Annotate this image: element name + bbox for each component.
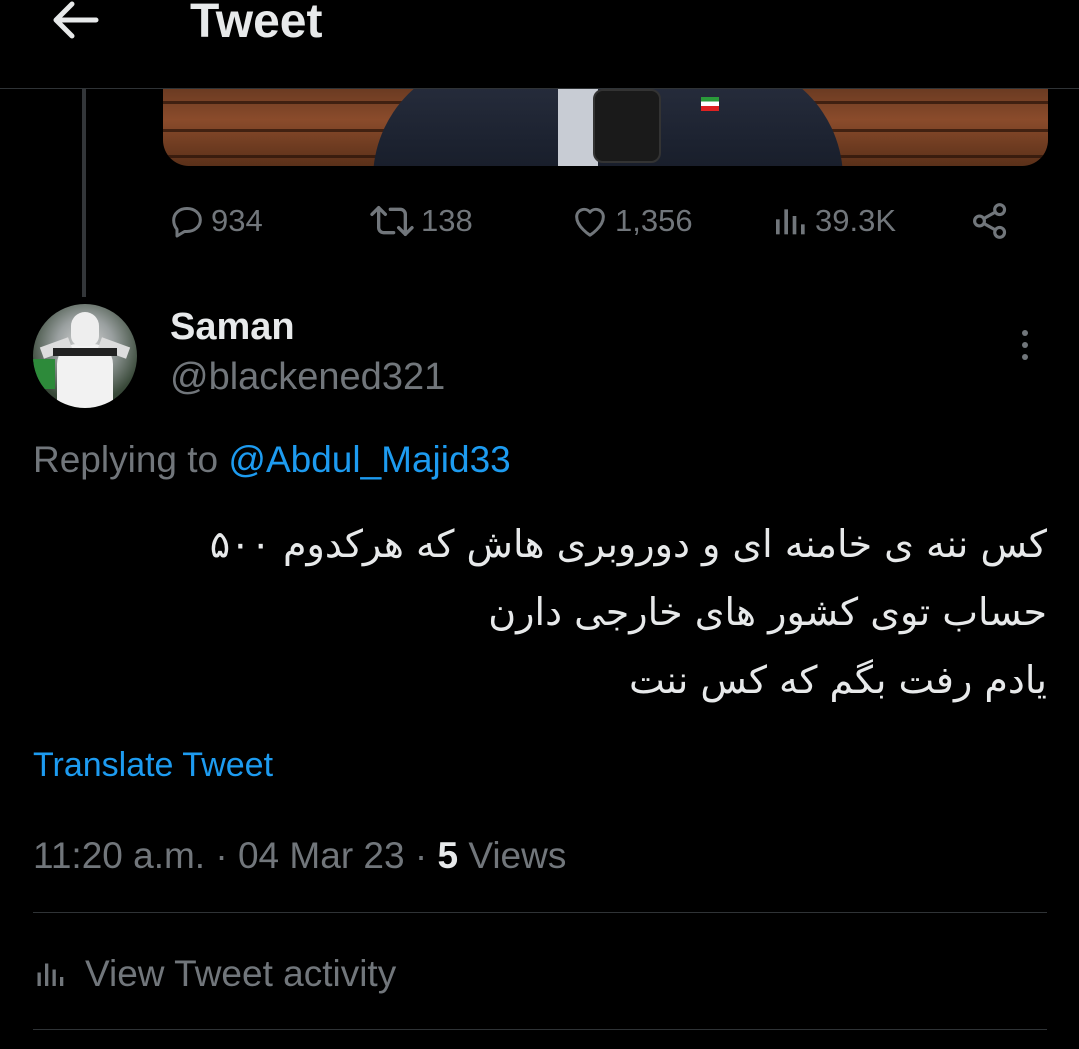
author-display-name[interactable]: Saman — [170, 305, 295, 349]
retweet-count: 138 — [421, 203, 473, 238]
tweet-time[interactable]: 11:20 a.m. — [33, 835, 205, 876]
tweet-text-line: حساب توی کشور های خارجی دارن — [488, 590, 1047, 634]
replying-to: Replying to @Abdul_Majid33 — [33, 436, 511, 484]
tweet-date[interactable]: 04 Mar 23 — [238, 835, 405, 876]
like-count: 1,356 — [615, 203, 693, 238]
back-button[interactable] — [48, 0, 100, 44]
activity-label: View Tweet activity — [85, 953, 397, 994]
analytics-icon — [37, 963, 64, 986]
parent-tweet-actions: 934 138 1,356 39.3K — [163, 196, 1048, 246]
heart-icon — [575, 207, 605, 237]
views-action[interactable]: 39.3K — [771, 196, 896, 246]
tweet-text-line: یادم رفت بگم که کس ننت — [628, 658, 1047, 702]
tweet-views-count: 5 — [437, 835, 459, 876]
more-options-button[interactable] — [1010, 326, 1040, 366]
arrow-left-icon — [53, 1, 99, 39]
divider — [33, 1029, 1047, 1030]
parent-tweet-media[interactable] — [163, 89, 1048, 166]
share-icon — [973, 203, 1007, 239]
flag-pin — [701, 97, 719, 111]
page-title: Tweet — [190, 0, 323, 48]
view-tweet-activity-button[interactable]: View Tweet activity — [33, 948, 396, 1000]
reply-count: 934 — [211, 203, 263, 238]
retweet-action[interactable]: 138 — [367, 196, 473, 246]
author-handle[interactable]: @blackened321 — [170, 355, 445, 399]
more-vertical-icon — [1022, 330, 1028, 360]
reply-icon — [172, 207, 202, 238]
share-action[interactable] — [969, 196, 1015, 246]
mention-link[interactable]: @Abdul_Majid33 — [228, 439, 510, 480]
top-bar: Tweet — [0, 0, 1079, 89]
microphone — [593, 89, 661, 163]
replying-prefix: Replying to — [33, 439, 219, 480]
avatar[interactable] — [33, 304, 137, 408]
retweet-icon — [370, 206, 414, 236]
tweet-metadata: 11:20 a.m. · 04 Mar 23 · 5 Views — [33, 832, 566, 880]
tweet-views-label: Views — [468, 835, 567, 876]
divider — [33, 912, 1047, 913]
views-count: 39.3K — [815, 203, 897, 238]
translate-tweet-link[interactable]: Translate Tweet — [33, 742, 273, 788]
separator: · — [215, 835, 228, 876]
separator: · — [414, 835, 428, 876]
reply-action[interactable]: 934 — [167, 196, 263, 246]
tweet-text-line: کس ننه ی خامنه ای و دوروبری هاش که هرکدو… — [209, 522, 1047, 566]
tweet-text: کس ننه ی خامنه ای و دوروبری هاش که هرکدو… — [33, 510, 1047, 714]
thread-connector-line — [82, 89, 86, 297]
analytics-icon — [776, 209, 805, 235]
like-action[interactable]: 1,356 — [569, 196, 693, 246]
